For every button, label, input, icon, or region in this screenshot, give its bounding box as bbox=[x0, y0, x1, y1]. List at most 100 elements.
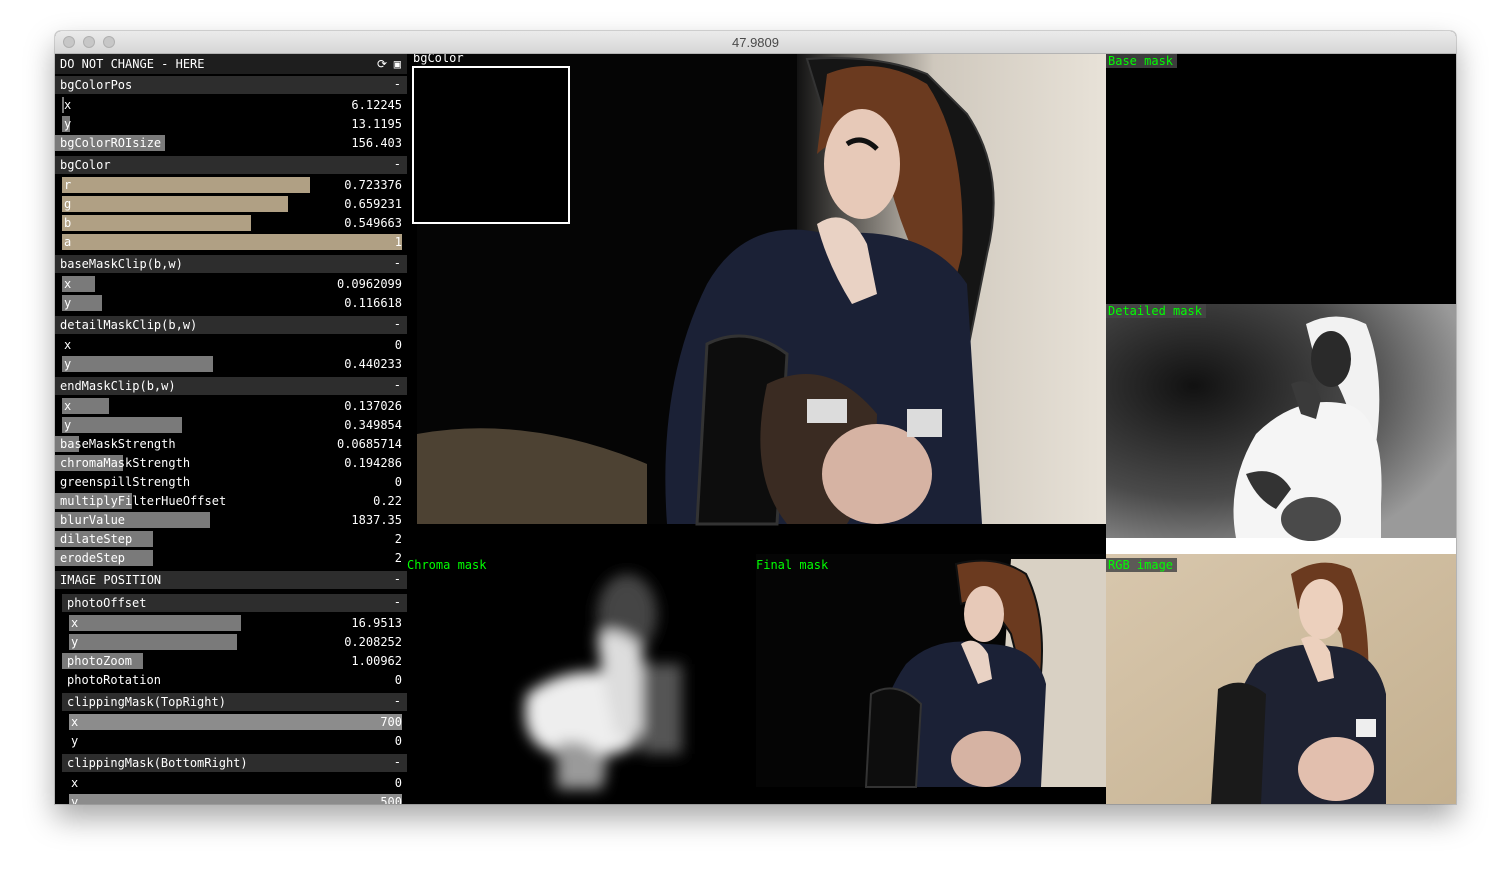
slider-photoOffset-y[interactable]: y 0.208252 bbox=[69, 633, 406, 651]
group-image-position[interactable]: IMAGE POSITION - bbox=[55, 571, 407, 589]
slider-label: chromaMaskStrength bbox=[60, 456, 191, 470]
slider-label: greenspillStrength bbox=[60, 475, 191, 489]
slider-label: baseMaskStrength bbox=[60, 437, 176, 451]
group-photoOffset[interactable]: photoOffset - bbox=[62, 594, 407, 612]
slider-value: 6.12245 bbox=[351, 98, 402, 112]
refresh-icon[interactable]: ⟳ bbox=[377, 57, 387, 71]
slider-value: 16.9513 bbox=[351, 616, 402, 630]
slider-bgColor-a[interactable]: a 1 bbox=[62, 233, 406, 251]
slider-bgColor-g[interactable]: g 0.659231 bbox=[62, 195, 406, 213]
slider-fill bbox=[69, 634, 237, 650]
group-bgColor[interactable]: bgColor - bbox=[55, 156, 407, 174]
group-label: baseMaskClip(b,w) bbox=[60, 257, 183, 271]
slider-value: 500 bbox=[380, 795, 402, 804]
slider-clipBottomRight-y[interactable]: y 500 bbox=[69, 793, 406, 804]
group-clippingMask-bottomright[interactable]: clippingMask(BottomRight) - bbox=[62, 754, 407, 772]
slider-label: y bbox=[64, 296, 72, 310]
slider-value: 0 bbox=[394, 338, 402, 352]
slider-clipBottomRight-x[interactable]: x 0 bbox=[69, 774, 406, 792]
slider-baseMaskClip-x[interactable]: x 0.0962099 bbox=[62, 275, 406, 293]
detailed-mask-label: Detailed mask bbox=[1106, 304, 1206, 318]
slider-label: y bbox=[71, 635, 79, 649]
slider-fill bbox=[62, 215, 251, 231]
collapse-button[interactable]: - bbox=[394, 572, 401, 586]
slider-clipTopRight-y[interactable]: y 0 bbox=[69, 732, 406, 750]
slider-bgColorPos-x[interactable]: x 6.12245 bbox=[62, 96, 406, 114]
collapse-button[interactable]: - bbox=[394, 256, 401, 270]
group-detailMaskClip[interactable]: detailMaskClip(b,w) - bbox=[55, 316, 407, 334]
panel-title: DO NOT CHANGE - HERE bbox=[60, 57, 205, 71]
slider-label: x bbox=[71, 616, 79, 630]
slider-value: 0.549663 bbox=[344, 216, 402, 230]
slider-label: x bbox=[71, 776, 79, 790]
rgb-image bbox=[1106, 554, 1456, 804]
slider-label: x bbox=[64, 277, 72, 291]
slider-photoRotation[interactable]: photoRotation 0 bbox=[62, 671, 406, 689]
slider-label: multiplyFilterHueOffset bbox=[60, 494, 227, 508]
chroma-mask-label: Chroma mask bbox=[407, 558, 487, 572]
slider-bgColor-b[interactable]: b 0.549663 bbox=[62, 214, 406, 232]
collapse-button[interactable]: - bbox=[394, 157, 401, 171]
slider-value: 0.0962099 bbox=[336, 277, 402, 291]
slider-value: 700 bbox=[380, 715, 402, 729]
collapse-button[interactable]: - bbox=[394, 755, 401, 769]
base-mask-view: Base mask bbox=[1106, 54, 1456, 304]
slider-greenspillStrength[interactable]: greenspillStrength 0 bbox=[55, 473, 406, 491]
final-mask-image bbox=[756, 554, 1106, 788]
group-clippingMask-topright[interactable]: clippingMask(TopRight) - bbox=[62, 693, 407, 711]
slider-bgColorPos-y[interactable]: y 13.1195 bbox=[62, 115, 406, 133]
chroma-mask-view: Chroma mask bbox=[407, 554, 756, 804]
collapse-button[interactable]: - bbox=[394, 77, 401, 91]
group-baseMaskClip[interactable]: baseMaskClip(b,w) - bbox=[55, 255, 407, 273]
save-icon[interactable]: ▣ bbox=[394, 57, 401, 71]
slider-value: 1 bbox=[394, 235, 402, 249]
slider-label: x bbox=[64, 98, 72, 112]
slider-label: bgColorROIsize bbox=[60, 136, 162, 150]
collapse-button[interactable]: - bbox=[394, 317, 401, 331]
slider-value: 2 bbox=[394, 551, 402, 565]
bgcolor-view-label: bgColor bbox=[413, 54, 464, 65]
slider-endMaskClip-x[interactable]: x 0.137026 bbox=[62, 397, 406, 415]
slider-label: x bbox=[71, 715, 79, 729]
group-label: endMaskClip(b,w) bbox=[60, 379, 176, 393]
slider-blurValue[interactable]: blurValue 1837.35 bbox=[55, 511, 406, 529]
slider-fill bbox=[69, 714, 402, 730]
slider-bgColor-r[interactable]: r 0.723376 bbox=[62, 176, 406, 194]
collapse-button[interactable]: - bbox=[394, 694, 401, 708]
collapse-button[interactable]: - bbox=[394, 595, 401, 609]
slider-multiplyFilterHueOffset[interactable]: multiplyFilterHueOffset 0.22 bbox=[55, 492, 406, 510]
slider-dilateStep[interactable]: dilateStep 2 bbox=[55, 530, 406, 548]
slider-photoOffset-x[interactable]: x 16.9513 bbox=[69, 614, 406, 632]
slider-fill bbox=[62, 177, 310, 193]
slider-value: 0.349854 bbox=[344, 418, 402, 432]
slider-label: photoRotation bbox=[67, 673, 161, 687]
slider-clipTopRight-x[interactable]: x 700 bbox=[69, 713, 406, 731]
group-label: bgColorPos bbox=[60, 78, 133, 92]
slider-value: 0 bbox=[394, 734, 402, 748]
title-bar[interactable]: 47.9809 bbox=[55, 31, 1456, 54]
rgb-image-label: RGB image bbox=[1106, 558, 1178, 572]
main-composite-view: bgColor bbox=[407, 54, 1106, 554]
collapse-button[interactable]: - bbox=[394, 378, 401, 392]
slider-fill bbox=[69, 615, 241, 631]
group-endMaskClip[interactable]: endMaskClip(b,w) - bbox=[55, 377, 407, 395]
slider-value: 156.403 bbox=[351, 136, 402, 150]
slider-fill bbox=[62, 417, 182, 433]
group-label: IMAGE POSITION bbox=[60, 573, 162, 587]
slider-baseMaskClip-y[interactable]: y 0.116618 bbox=[62, 294, 406, 312]
bgcolor-sample-box[interactable] bbox=[412, 66, 570, 224]
slider-detailMaskClip-x[interactable]: x 0 bbox=[62, 336, 406, 354]
slider-value: 0 bbox=[394, 475, 402, 489]
slider-detailMaskClip-y[interactable]: y 0.440233 bbox=[62, 355, 406, 373]
slider-bgColorROIsize[interactable]: bgColorROIsize 156.403 bbox=[55, 134, 406, 152]
slider-baseMaskStrength[interactable]: baseMaskStrength 0.0685714 bbox=[55, 435, 406, 453]
slider-label: x bbox=[64, 399, 72, 413]
group-label: clippingMask(BottomRight) bbox=[67, 756, 248, 770]
group-bgColorPos[interactable]: bgColorPos - bbox=[55, 76, 407, 94]
slider-endMaskClip-y[interactable]: y 0.349854 bbox=[62, 416, 406, 434]
slider-fill bbox=[62, 356, 213, 372]
slider-photoZoom[interactable]: photoZoom 1.00962 bbox=[62, 652, 406, 670]
slider-erodeStep[interactable]: erodeStep 2 bbox=[55, 549, 406, 567]
panel-header[interactable]: DO NOT CHANGE - HERE ⟳ ▣ bbox=[55, 54, 407, 74]
slider-chromaMaskStrength[interactable]: chromaMaskStrength 0.194286 bbox=[55, 454, 406, 472]
